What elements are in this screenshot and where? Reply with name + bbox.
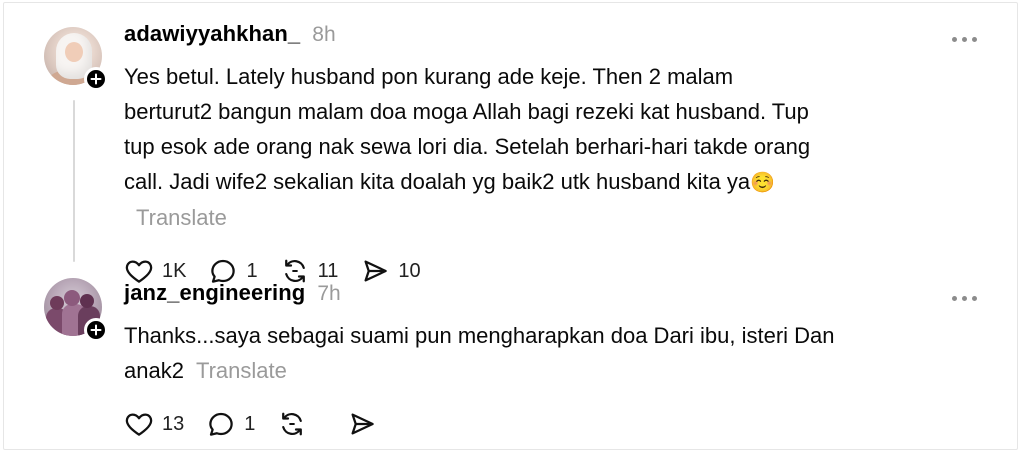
thread-view: adawiyyahkhan_ 8h Yes betul. Lately husb… <box>3 2 1018 450</box>
send-icon <box>351 413 375 435</box>
repost-button[interactable] <box>277 408 325 440</box>
translate-link[interactable]: Translate <box>136 205 227 230</box>
repost-icon <box>282 412 303 436</box>
timestamp[interactable]: 8h <box>312 23 335 47</box>
post-content: adawiyyahkhan_ 8h Yes betul. Lately husb… <box>124 21 977 287</box>
post: janz_engineering 7h Thanks...saya sebaga… <box>4 265 1017 449</box>
username[interactable]: adawiyyahkhan_ <box>124 21 300 47</box>
avatar-container[interactable] <box>44 278 108 342</box>
like-count: 13 <box>162 412 185 435</box>
more-options-button[interactable] <box>937 288 977 308</box>
timestamp[interactable]: 7h <box>317 282 340 306</box>
plus-icon <box>90 73 102 85</box>
more-options-button[interactable] <box>937 29 977 49</box>
reply-button[interactable]: 1 <box>206 408 255 440</box>
more-horizontal-icon <box>952 295 957 301</box>
post-text: Thanks...saya sebagai suami pun menghara… <box>124 318 914 388</box>
post-header: janz_engineering 7h <box>124 280 977 312</box>
post-content: janz_engineering 7h Thanks...saya sebaga… <box>124 280 977 440</box>
username[interactable]: janz_engineering <box>124 280 305 306</box>
like-button[interactable]: 13 <box>124 408 184 440</box>
plus-icon <box>90 324 102 336</box>
emoji: ☺️ <box>750 170 776 194</box>
translate-link[interactable]: Translate <box>196 358 287 383</box>
post: adawiyyahkhan_ 8h Yes betul. Lately husb… <box>4 3 1017 283</box>
post-body: Yes betul. Lately husband pon kurang ade… <box>124 64 811 194</box>
post-text: Yes betul. Lately husband pon kurang ade… <box>124 59 814 235</box>
follow-button[interactable] <box>84 318 108 342</box>
share-button[interactable] <box>347 408 395 440</box>
comment-icon <box>209 412 233 436</box>
more-horizontal-icon <box>952 36 957 42</box>
avatar-container[interactable] <box>44 27 108 91</box>
reply-count: 1 <box>244 412 256 435</box>
thread-line <box>73 100 75 262</box>
post-header: adawiyyahkhan_ 8h <box>124 21 977 53</box>
follow-button[interactable] <box>84 67 108 91</box>
heart-icon <box>125 413 153 436</box>
action-bar: 13 1 <box>124 408 977 440</box>
